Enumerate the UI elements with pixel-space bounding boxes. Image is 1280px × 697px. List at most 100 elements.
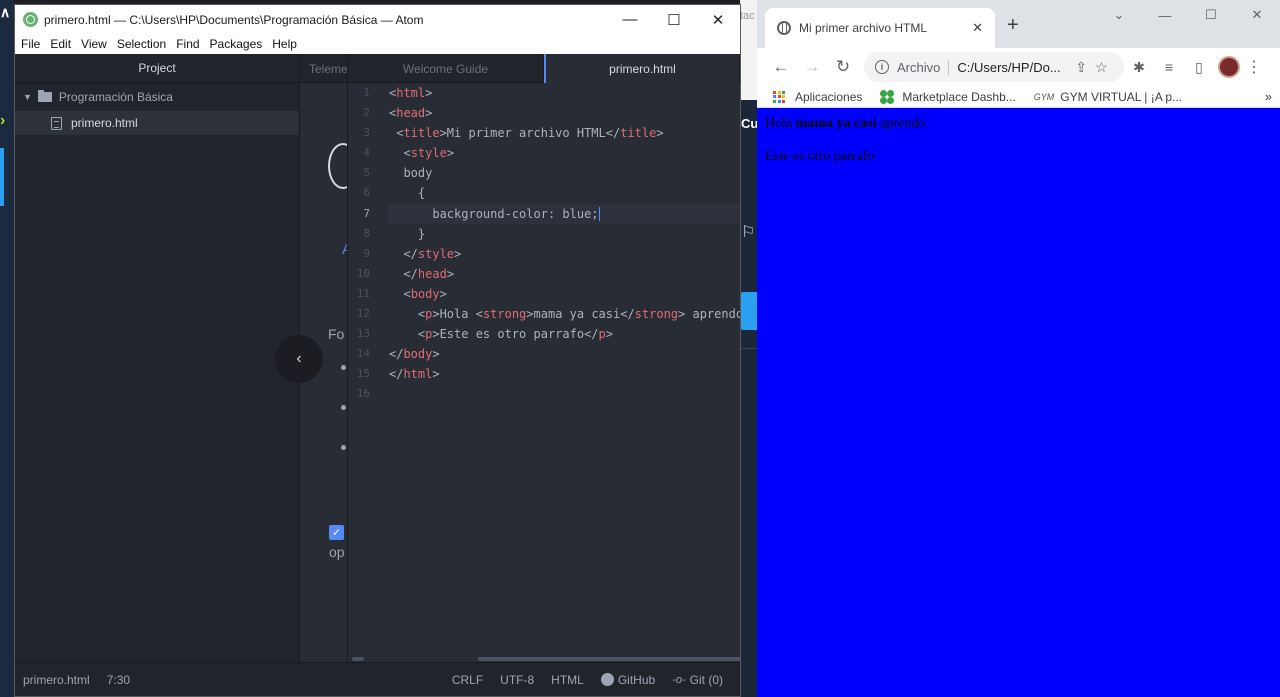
line-number: 2 bbox=[363, 106, 370, 120]
status-file-path[interactable]: primero.html bbox=[23, 673, 90, 687]
tab-telemetry[interactable]: Telemet bbox=[300, 54, 348, 83]
background-app-strip: ∧ › bbox=[0, 0, 14, 697]
address-url[interactable]: C:/Users/HP/Do... bbox=[957, 60, 1067, 75]
code-line[interactable]: </html> bbox=[388, 364, 740, 384]
line-number: 14 bbox=[356, 347, 370, 361]
line-number: 10 bbox=[356, 266, 370, 280]
menu-file[interactable]: File bbox=[21, 37, 40, 51]
gym-logo-icon: GYM bbox=[1033, 91, 1055, 102]
bookmark-apps[interactable]: Aplicaciones bbox=[773, 90, 862, 104]
tree-view-header[interactable]: Project bbox=[15, 54, 299, 83]
menu-edit[interactable]: Edit bbox=[50, 37, 71, 51]
code-line[interactable]: <p>Hola <strong>mama ya casi</strong> ap… bbox=[388, 304, 740, 324]
browser-tab[interactable]: Mi primer archivo HTML ✕ bbox=[765, 8, 995, 48]
status-git[interactable]: -o- Git (0) bbox=[672, 673, 723, 687]
media-control-icon[interactable]: ≡ bbox=[1154, 53, 1184, 81]
paragraph-1: Hola mama ya casi aprendo bbox=[765, 116, 1272, 132]
code-line[interactable]: { bbox=[388, 183, 740, 203]
code-line[interactable]: </head> bbox=[388, 264, 740, 284]
code-line[interactable]: } bbox=[388, 224, 740, 244]
close-button[interactable]: ✕ bbox=[696, 5, 740, 34]
code-line-current[interactable]: background-color: blue; bbox=[388, 203, 740, 224]
bullet-icon bbox=[341, 445, 346, 450]
maximize-button[interactable]: ☐ bbox=[1188, 0, 1234, 30]
menu-help[interactable]: Help bbox=[272, 37, 297, 51]
tree-toggle-button[interactable]: ‹ bbox=[275, 335, 323, 383]
tab-welcome-guide[interactable]: Welcome Guide bbox=[348, 54, 544, 83]
code-line[interactable]: </body> bbox=[388, 344, 740, 364]
code-editor[interactable]: <html> <head> <title>Mi primer archivo H… bbox=[388, 83, 740, 663]
status-github-label: GitHub bbox=[617, 672, 656, 687]
minimize-button[interactable]: — bbox=[608, 5, 652, 34]
checkbox-checked-icon[interactable]: ✓ bbox=[329, 525, 344, 540]
background-window-top: tac bbox=[740, 0, 757, 100]
code-line[interactable]: <p>Este es otro parrafo</p> bbox=[388, 324, 740, 344]
background-window-strip: tac Cu ⚐ bbox=[740, 0, 759, 697]
line-number: 12 bbox=[356, 307, 370, 321]
profile-avatar[interactable] bbox=[1218, 56, 1240, 78]
menu-find[interactable]: Find bbox=[176, 37, 199, 51]
status-github[interactable]: GitHub bbox=[600, 672, 656, 687]
file-icon bbox=[51, 116, 62, 130]
line-number: 13 bbox=[356, 327, 370, 341]
gutter-scrollbar[interactable] bbox=[352, 657, 364, 661]
tab-close-icon[interactable]: ✕ bbox=[972, 20, 983, 36]
close-button[interactable]: ✕ bbox=[1234, 0, 1280, 30]
tree-folder-item[interactable]: ▼ Programación Básica bbox=[15, 83, 299, 111]
apps-grid-icon bbox=[773, 90, 785, 103]
back-button[interactable]: ← bbox=[767, 53, 795, 81]
code-line[interactable]: body bbox=[388, 163, 740, 183]
code-line[interactable] bbox=[388, 384, 740, 404]
code-line[interactable]: <style> bbox=[388, 143, 740, 163]
line-number: 1 bbox=[363, 86, 370, 99]
status-line-ending[interactable]: CRLF bbox=[452, 673, 483, 687]
text-cursor bbox=[598, 207, 600, 222]
bookmark-marketplace[interactable]: Marketplace Dashb... bbox=[880, 89, 1016, 104]
horizontal-scrollbar[interactable] bbox=[478, 657, 740, 661]
bookmarks-bar: Aplicaciones Marketplace Dashb... GYM GY… bbox=[757, 86, 1280, 108]
tab-primero-html[interactable]: primero.html bbox=[544, 54, 740, 83]
code-line[interactable]: <head> bbox=[388, 103, 740, 123]
background-chevron-icon: › bbox=[0, 112, 6, 129]
maximize-button[interactable]: ☐ bbox=[652, 5, 696, 34]
status-encoding[interactable]: UTF-8 bbox=[500, 673, 534, 687]
chrome-window: Mi primer archivo HTML ✕ + ⌄ — ☐ ✕ ← → ↻… bbox=[757, 0, 1280, 697]
status-grammar[interactable]: HTML bbox=[551, 673, 584, 687]
line-number-current: 7 bbox=[363, 206, 370, 220]
tree-view: Project ▼ Programación Básica primero.ht… bbox=[15, 54, 323, 663]
background-label: Cu bbox=[741, 116, 759, 131]
minimize-button[interactable]: — bbox=[1142, 0, 1188, 30]
atom-guide-logo-icon bbox=[328, 143, 347, 189]
background-divider bbox=[740, 348, 757, 349]
code-line[interactable]: <html> bbox=[388, 83, 740, 103]
code-line[interactable]: <title>Mi primer archivo HTML</title> bbox=[388, 123, 740, 143]
chrome-menu-icon[interactable]: ⋮ bbox=[1246, 57, 1262, 77]
menu-view[interactable]: View bbox=[81, 37, 107, 51]
forward-button[interactable]: → bbox=[798, 53, 826, 81]
atom-title-bar[interactable]: primero.html — C:\Users\HP\Documents\Pro… bbox=[15, 5, 740, 34]
reload-button[interactable]: ↻ bbox=[829, 53, 857, 81]
status-right: CRLF UTF-8 HTML GitHub -o- Git (0) bbox=[452, 673, 740, 687]
atom-window: primero.html — C:\Users\HP\Documents\Pro… bbox=[14, 4, 741, 697]
share-icon[interactable]: ⇪ bbox=[1075, 59, 1087, 76]
info-icon[interactable]: i bbox=[875, 60, 889, 74]
code-line[interactable]: <body> bbox=[388, 284, 740, 304]
paragraph-1-strong: mama ya casi bbox=[795, 116, 877, 131]
status-cursor-position[interactable]: 7:30 bbox=[107, 673, 130, 687]
bookmark-gym[interactable]: GYM GYM VIRTUAL | ¡A p... bbox=[1034, 90, 1182, 104]
new-tab-button[interactable]: + bbox=[1007, 14, 1019, 37]
line-number: 15 bbox=[356, 367, 370, 381]
address-chip: Archivo bbox=[897, 59, 950, 75]
menu-selection[interactable]: Selection bbox=[117, 37, 166, 51]
bookmarks-overflow-icon[interactable]: » bbox=[1265, 89, 1272, 104]
tab-search-icon[interactable]: ⌄ bbox=[1096, 0, 1142, 30]
tree-file-item[interactable]: primero.html bbox=[15, 111, 299, 135]
extensions-puzzle-icon[interactable]: ✱ bbox=[1124, 53, 1154, 81]
guide-option-partial: op bbox=[329, 544, 345, 560]
menu-packages[interactable]: Packages bbox=[210, 37, 263, 51]
bookmark-star-icon[interactable]: ☆ bbox=[1095, 59, 1108, 76]
code-line[interactable]: </style> bbox=[388, 244, 740, 264]
side-panel-icon[interactable]: ▯ bbox=[1184, 53, 1214, 81]
address-bar[interactable]: i Archivo C:/Users/HP/Do... ⇪ ☆ bbox=[864, 52, 1124, 82]
line-number: 8 bbox=[363, 226, 370, 240]
